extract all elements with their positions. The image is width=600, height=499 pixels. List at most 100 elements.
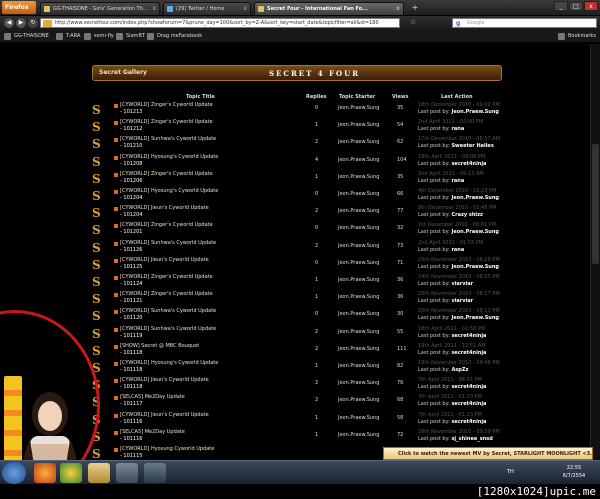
topic-starter[interactable]: Jeon.Praew.Sung (338, 294, 379, 300)
last-post-date[interactable]: 4th December 2010 - 10:29 PM (418, 188, 496, 195)
topic-row[interactable]: S [CYWORLD] Zinger's Cyworld Update - 1012… (92, 119, 502, 136)
topic-title-link[interactable]: [CYWORLD] Zinger's Cyworld Update (120, 119, 213, 126)
last-post-user[interactable]: AspZz (451, 367, 468, 373)
scrollbar-thumb[interactable] (592, 144, 599, 264)
topic-starter[interactable]: Jeon.Praew.Sung (338, 346, 379, 352)
topic-replies[interactable]: 1 (315, 294, 318, 300)
last-post-date[interactable]: 18th December 2010 - 09:02 PM (418, 102, 500, 109)
bookmark-item[interactable]: GG-THAISONE (4, 32, 49, 41)
last-post-user[interactable]: secret4ninja (451, 401, 486, 407)
last-post-user[interactable]: rana (451, 247, 464, 253)
last-post-date[interactable]: 8th December 2010 - 03:45 PM (418, 205, 496, 212)
topic-row[interactable]: S [CYWORLD] Zinger's Cyworld Update - 1011… (92, 291, 502, 308)
topic-row[interactable]: S [SELCA5] Me2Day Update - 101117 2 Jeon.Pra… (92, 394, 502, 411)
topic-title-link[interactable]: [CYWORLD] Jieun's Cyworld Update (120, 205, 209, 212)
topic-row[interactable]: S [CYWORLD] Sunhwa's Cyworld Update - 1012… (92, 136, 502, 153)
topic-replies[interactable]: 4 (315, 157, 318, 163)
topic-replies[interactable]: 0 (315, 105, 318, 111)
topic-row[interactable]: S [CYWORLD] Hyosung's Cyworld Update - 101… (92, 154, 502, 171)
topic-row[interactable]: S [CYWORLD] Hyosung's Cyworld Update - 101… (92, 360, 502, 377)
topic-title-link[interactable]: [CYWORLD] Zinger's Cyworld Update (120, 171, 213, 178)
topic-title-link[interactable]: [CYWORLD] Hyosung's Cyworld Update (120, 360, 218, 367)
topic-title-link[interactable]: [CYWORLD] Hyosung's Cyworld Update (120, 154, 218, 161)
topic-starter[interactable]: Jeon.Praew.Sung (338, 397, 379, 403)
topic-starter[interactable]: Jeon.Praew.Sung (338, 122, 379, 128)
maximize-button[interactable]: □ (569, 1, 583, 11)
close-icon[interactable]: x (243, 3, 247, 15)
topic-title-link[interactable]: [CYWORLD] Jieun's Cyworld Update (120, 257, 209, 264)
topic-title-link[interactable]: [CYWORLD] Sunhwa's Cyworld Update (120, 240, 216, 247)
last-post-user[interactable]: Jeon.Praew.Sung (451, 264, 499, 270)
topic-row[interactable]: S [SHOW] Secret @ MBC Bouquet - 101118 2 Jeo… (92, 343, 502, 360)
topic-starter[interactable]: Jeon.Praew.Sung (338, 329, 379, 335)
last-post-user[interactable]: Jeon.Praew.Sung (451, 109, 499, 115)
last-post-user[interactable]: viarviar (451, 298, 473, 304)
chrome-taskbar-icon[interactable] (60, 463, 82, 483)
topic-replies[interactable]: 2 (315, 380, 318, 386)
last-post-user[interactable]: rana (451, 178, 464, 184)
address-bar[interactable]: http://www.secretfour.com/index.php?show… (40, 18, 400, 28)
topic-replies[interactable]: 0 (315, 260, 318, 266)
last-post-user[interactable]: rana (451, 126, 464, 132)
last-post-date[interactable]: 2nd April 2011 - 02:00 PM (418, 119, 483, 126)
last-post-date[interactable]: 19th April 2011 - 12:51 AM (418, 343, 486, 350)
last-post-user[interactable]: secret4ninja (451, 161, 486, 167)
topic-replies[interactable]: 1 (315, 122, 318, 128)
topic-replies[interactable]: 0 (315, 311, 318, 317)
topic-replies[interactable]: 1 (315, 415, 318, 421)
last-post-date[interactable]: 2nd April 2011 - 01:55 PM (418, 240, 483, 247)
mv-notification-bar[interactable]: Click to watch the newest MV by Secret, … (383, 447, 593, 460)
last-post-date[interactable]: 20th November 2010 - 08:11 PM (418, 308, 500, 315)
topic-row[interactable]: S [CYWORLD] Jieun's Cyworld Update - 10111… (92, 412, 502, 429)
topic-starter[interactable]: Jeon.Praew.Sung (338, 277, 379, 283)
topic-title-link[interactable]: [CYWORLD] Jieun's Cyworld Update (120, 377, 209, 384)
topic-replies[interactable]: 1 (315, 363, 318, 369)
reload-button[interactable]: ↻ (28, 18, 38, 28)
bookmarks-menu[interactable]: Bookmarks (558, 32, 596, 41)
topic-row[interactable]: S [SELCA5] Me2Day Update - 101116 1 Jeon.Pra… (92, 429, 502, 446)
topic-title-link[interactable]: [CYWORLD] Zinger's Cyworld Update (120, 291, 213, 298)
new-tab-button[interactable]: + (410, 3, 420, 14)
topic-replies[interactable]: 0 (315, 191, 318, 197)
topic-replies[interactable]: 2 (315, 346, 318, 352)
last-post-user[interactable]: Sweeter Hailes (451, 143, 493, 149)
topic-replies[interactable]: 1 (315, 277, 318, 283)
system-clock[interactable]: 22:55 6/7/2554 (552, 464, 596, 480)
topic-title-link[interactable]: [CYWORLD] Hyosung Cyworld Update (120, 446, 214, 453)
topic-row[interactable]: S [CYWORLD] Jieun's Cyworld Update - 10111… (92, 377, 502, 394)
topic-starter[interactable]: Jeon.Praew.Sung (338, 260, 379, 266)
last-post-user[interactable]: secret4ninja (451, 350, 486, 356)
topic-starter[interactable]: Jeon.Praew.Sung (338, 311, 379, 317)
page-scrollbar[interactable] (590, 44, 600, 460)
last-post-user[interactable]: Jeon.Praew.Sung (451, 229, 499, 235)
last-post-date[interactable]: 18th April 2011 - 09:08 PM (418, 154, 485, 161)
close-icon[interactable]: x (152, 3, 156, 15)
topic-title-link[interactable]: [CYWORLD] Sunhwa's Cyworld Update (120, 308, 216, 315)
last-post-date[interactable]: 25th November 2010 - 06:20 PM (418, 257, 500, 264)
last-post-user[interactable]: Jeon.Praew.Sung (451, 195, 499, 201)
topic-row[interactable]: S [CYWORLD] Zinger's Cyworld Update - 1011… (92, 274, 502, 291)
last-post-date[interactable]: 7th April 2011 - 06:01 PM (418, 377, 482, 384)
last-post-user[interactable]: secret4ninja (451, 384, 486, 390)
topic-starter[interactable]: Jeon.Praew.Sung (338, 432, 379, 438)
topic-replies[interactable]: 0 (315, 225, 318, 231)
topic-starter[interactable]: Jeon.Praew.Sung (338, 243, 379, 249)
app-taskbar-icon[interactable] (116, 463, 138, 483)
last-post-date[interactable]: 7th April 2011 - 01:33 PM (418, 394, 482, 401)
tab-secret-four[interactable]: Secret Four - International Fan Fo... x (254, 2, 404, 15)
topic-starter[interactable]: Jeon.Praew.Sung (338, 174, 379, 180)
search-input[interactable]: g Google (452, 18, 597, 28)
topic-title-link[interactable]: [CYWORLD] Sunhwa's Cyworld Update (120, 136, 216, 143)
bookmark-item[interactable]: T-ARA (56, 32, 80, 41)
topic-replies[interactable]: 2 (315, 139, 318, 145)
column-header-replies[interactable]: Replies (306, 94, 327, 100)
topic-replies[interactable]: 2 (315, 397, 318, 403)
app-taskbar-icon[interactable] (144, 463, 166, 483)
topic-starter[interactable]: Jeon.Praew.Sung (338, 380, 379, 386)
column-header-last-action[interactable]: Last Action (441, 94, 473, 100)
last-post-date[interactable]: 7th April 2011 - 01:33 PM (418, 412, 482, 419)
column-header-views[interactable]: Views (392, 94, 408, 100)
topic-starter[interactable]: Jeon.Praew.Sung (338, 415, 379, 421)
last-post-user[interactable]: sj_shinee_snsd (451, 436, 492, 442)
start-button[interactable] (2, 462, 26, 484)
